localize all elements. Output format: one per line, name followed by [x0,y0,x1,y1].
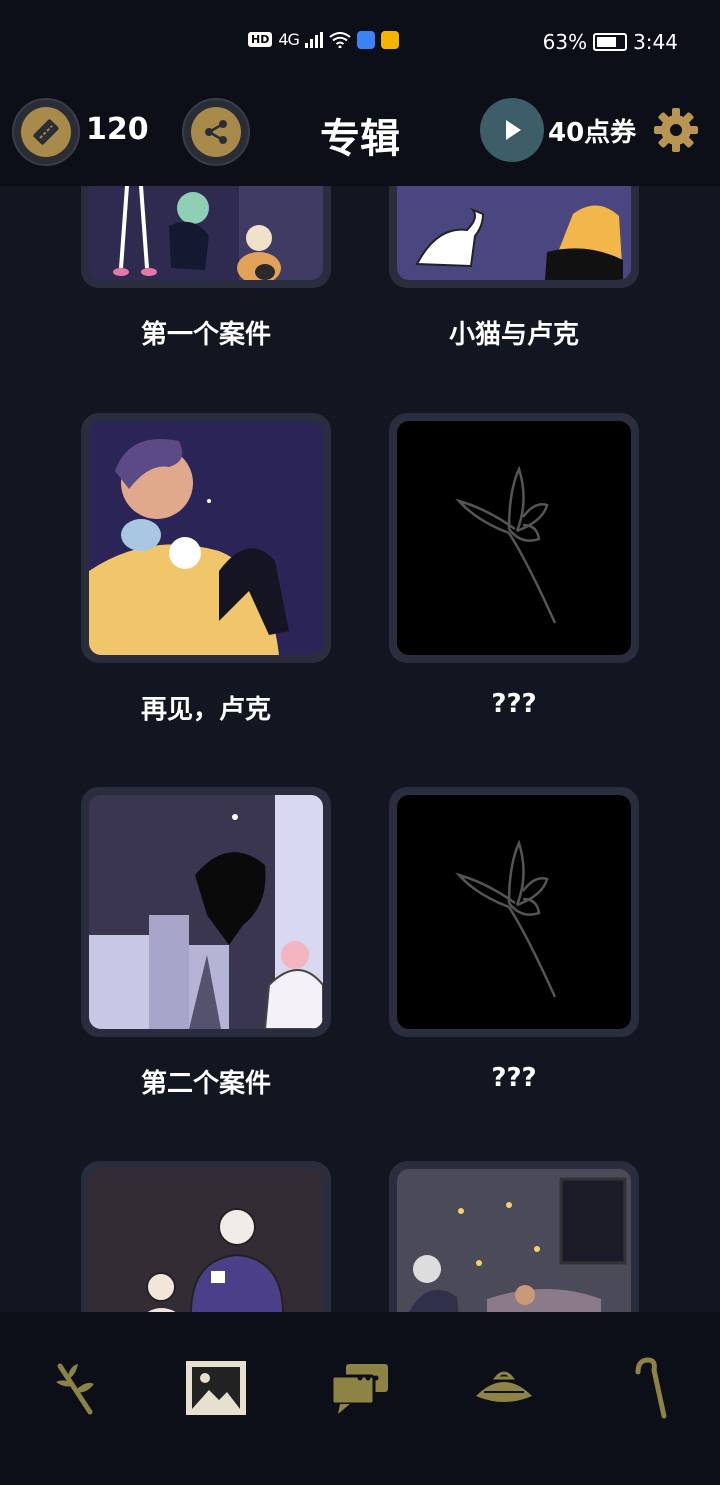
album-card[interactable] [81,186,331,288]
signal-icon [304,31,323,48]
album-art [89,795,323,1029]
clock: 3:44 [633,30,678,54]
nav-hat[interactable] [468,1352,540,1424]
battery-percent: 63% [542,30,588,54]
cane-icon [635,1357,667,1419]
voucher-balance: 40点券 [548,118,637,148]
branch-icon [56,1363,94,1415]
nav-branch[interactable] [38,1352,110,1424]
album-art [89,421,323,655]
locked-flower-icon [455,839,557,998]
status-icons: HD 4G [248,30,399,49]
album-card[interactable] [81,1161,331,1312]
network-indicator: 4G [278,30,300,49]
bottom-nav [0,1312,720,1485]
album-card[interactable] [81,787,331,1037]
album-title: 小猫与卢克 [448,320,579,350]
nav-cane[interactable] [612,1352,684,1424]
wifi-icon [329,31,351,48]
gear-icon[interactable] [652,106,700,154]
header-bar: 120 专辑 40点券 [0,68,720,186]
album-card[interactable] [389,186,639,288]
album-title: 再见，卢克 [140,695,271,725]
album-art [397,186,631,280]
chat-icon [330,1364,388,1414]
nav-gallery[interactable] [180,1352,252,1424]
album-card-locked[interactable] [389,787,639,1037]
app-notification-icon [356,30,375,49]
nav-chat[interactable] [324,1352,396,1424]
battery-icon [593,33,628,51]
hd-badge: HD [248,32,273,47]
status-bar: HD 4G 63% 3:44 [0,0,720,68]
play-ad-button[interactable] [480,98,544,162]
album-art [397,795,631,1029]
locked-flower-icon [455,465,557,624]
gallery-icon [186,1361,246,1415]
album-grid[interactable]: 第一个案件 小猫与卢克 再见，卢克 ??? 第二个案件 ??? [0,186,720,1312]
album-art [397,421,631,655]
album-art [89,1169,323,1312]
weibo-notification-icon [380,30,399,49]
album-card[interactable] [389,1161,639,1312]
album-title: 第一个案件 [140,320,271,350]
album-title: 第二个案件 [140,1069,271,1099]
album-art [89,186,323,280]
album-card-locked[interactable] [389,413,639,663]
album-title: ??? [491,689,537,719]
album-title: ??? [491,1063,537,1093]
status-right: 63% 3:44 [543,30,678,54]
album-art [397,1169,631,1312]
hat-icon [476,1371,532,1402]
play-icon [506,120,521,140]
album-card[interactable] [81,413,331,663]
